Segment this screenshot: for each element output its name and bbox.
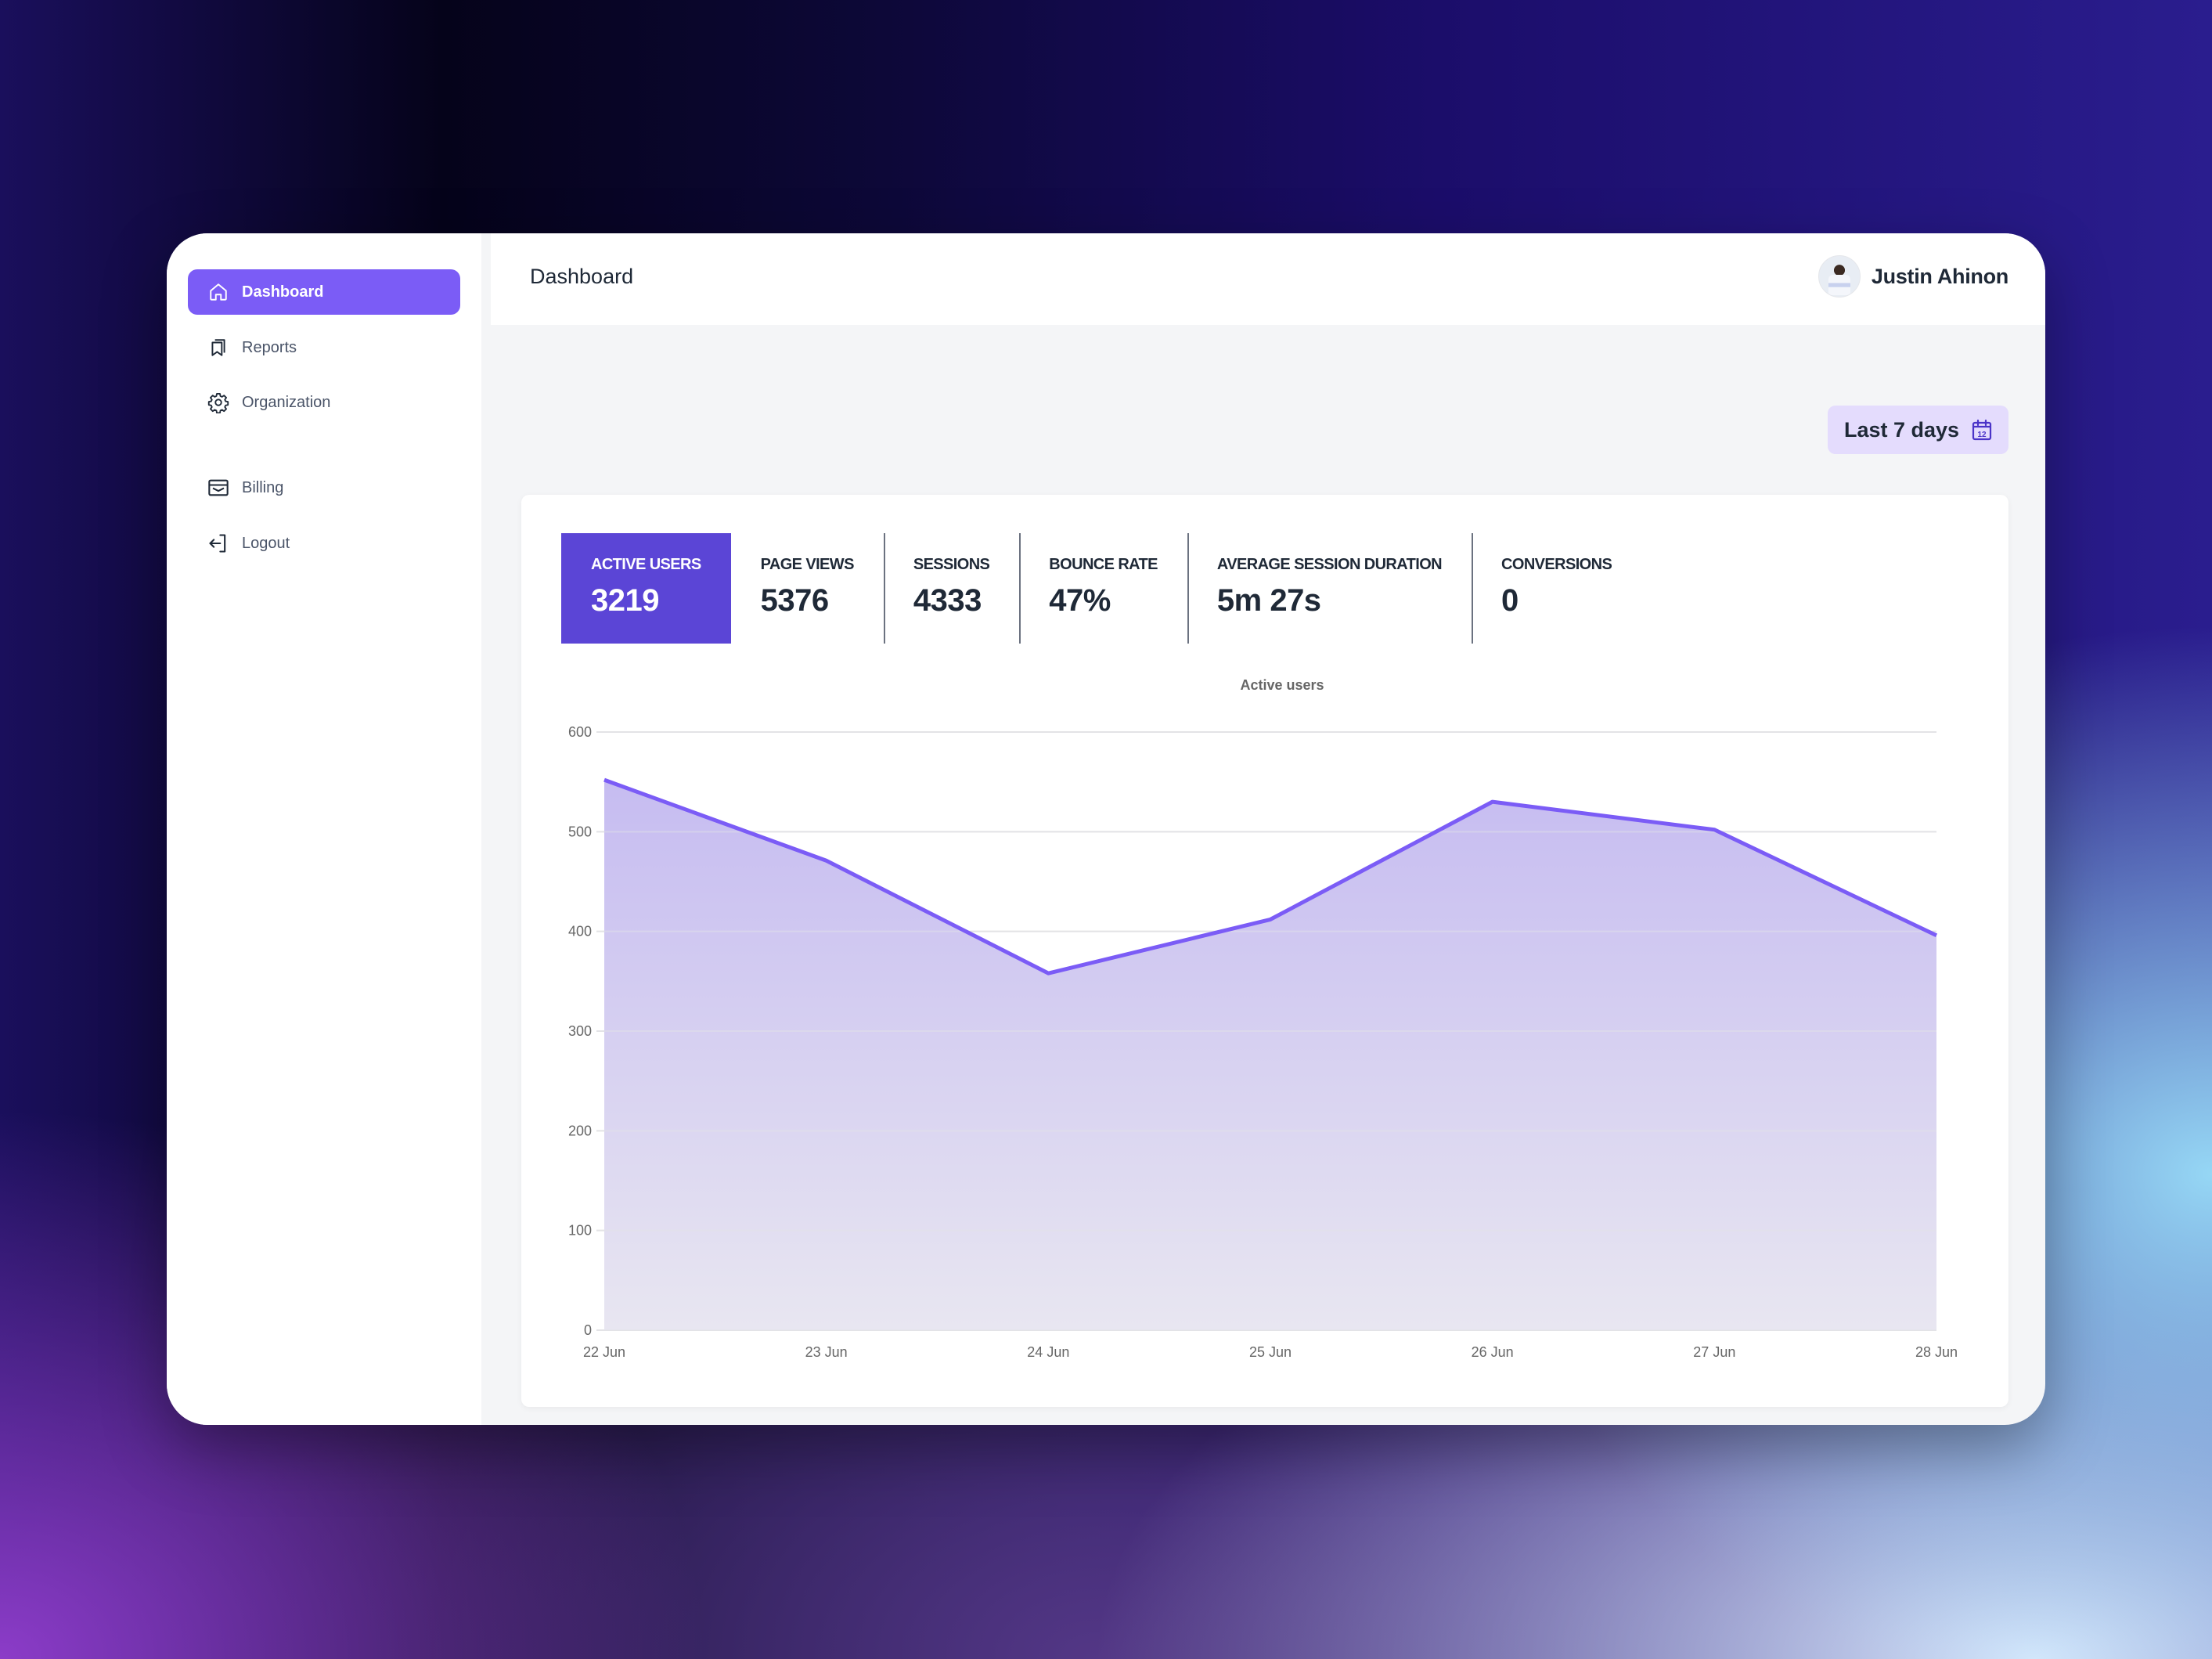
chart-area-fill: [604, 780, 1936, 1330]
analytics-card: ACTIVE USERS 3219 PAGE VIEWS 5376 SESSIO…: [521, 495, 2008, 1407]
wallet-icon: [207, 477, 229, 499]
gear-icon: [207, 391, 229, 413]
avatar: [1818, 255, 1861, 298]
top-header: Dashboard Justin Ahinon: [491, 233, 2045, 325]
x-tick-label: 28 Jun: [1915, 1344, 1958, 1360]
x-tick-label: 23 Jun: [805, 1344, 848, 1360]
sidebar-item-label: Reports: [242, 338, 297, 356]
date-range-label: Last 7 days: [1843, 417, 1960, 442]
y-tick-label: 0: [584, 1322, 592, 1338]
sidebar-item-organization[interactable]: Organization: [188, 380, 460, 425]
x-tick-label: 27 Jun: [1693, 1344, 1735, 1360]
user-name: Justin Ahinon: [1871, 264, 2008, 288]
date-range-button[interactable]: Last 7 days 12: [1828, 406, 2008, 454]
sidebar-item-dashboard[interactable]: Dashboard: [188, 269, 460, 315]
y-tick-label: 600: [568, 724, 592, 740]
x-tick-label: 22 Jun: [583, 1344, 625, 1360]
sidebar-item-label: Organization: [242, 393, 331, 411]
sidebar-item-billing[interactable]: Billing: [188, 465, 460, 510]
y-tick-label: 100: [568, 1223, 592, 1239]
y-axis-ticks: 0 100 200 300 400 500 600: [568, 724, 592, 1338]
y-tick-label: 500: [568, 824, 592, 839]
sidebar-item-reports[interactable]: Reports: [188, 325, 460, 370]
x-tick-label: 25 Jun: [1249, 1344, 1292, 1360]
sidebar: Dashboard Reports Organization Billing L…: [167, 233, 481, 1425]
user-menu[interactable]: Justin Ahinon: [1818, 255, 2008, 298]
app-window: Dashboard Reports Organization Billing L…: [167, 233, 2045, 1425]
page-title: Dashboard: [530, 265, 634, 288]
chart-title: Active users: [1240, 677, 1324, 693]
sidebar-item-logout[interactable]: Logout: [188, 521, 460, 566]
logout-icon: [207, 532, 229, 554]
bookmarks-icon: [207, 337, 229, 359]
sidebar-item-label: Logout: [242, 534, 290, 552]
y-tick-label: 300: [568, 1023, 592, 1039]
calendar-icon: 12: [1972, 419, 1992, 441]
sidebar-item-label: Billing: [242, 478, 284, 496]
x-tick-label: 24 Jun: [1027, 1344, 1069, 1360]
home-icon: [207, 281, 229, 303]
y-tick-label: 400: [568, 924, 592, 939]
sidebar-item-label: Dashboard: [242, 283, 324, 301]
active-users-chart: Active users 0100200300400500600 22 Jun 2…: [568, 677, 1958, 1360]
x-axis-ticks: 22 Jun 23 Jun 24 Jun 25 Jun 26 Jun 27 Jun 28 J…: [583, 1344, 1958, 1360]
x-tick-label: 26 Jun: [1472, 1344, 1514, 1360]
y-tick-label: 200: [568, 1123, 592, 1138]
calendar-icon-day: 12: [1977, 431, 1987, 439]
